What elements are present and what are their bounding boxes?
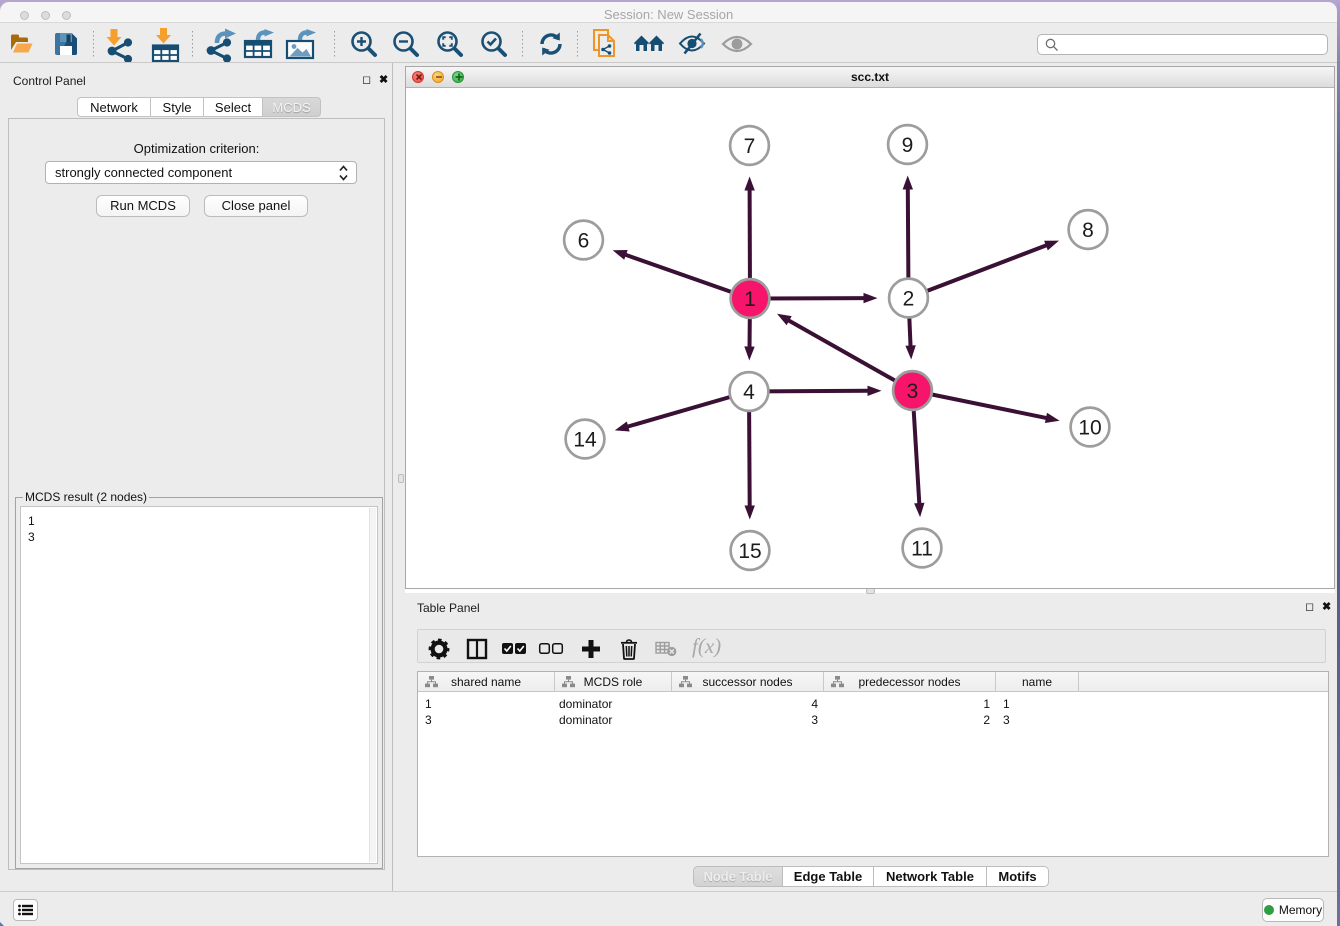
svg-text:9: 9 [902,134,914,157]
svg-text:14: 14 [573,429,597,452]
svg-text:7: 7 [744,135,756,158]
svg-text:10: 10 [1078,417,1101,440]
svg-text:15: 15 [738,540,761,563]
svg-text:8: 8 [1082,219,1094,242]
svg-text:6: 6 [578,230,590,253]
svg-text:3: 3 [907,380,919,403]
svg-text:2: 2 [903,288,915,311]
svg-text:4: 4 [743,381,755,404]
svg-text:11: 11 [911,538,933,561]
svg-text:1: 1 [744,288,756,311]
